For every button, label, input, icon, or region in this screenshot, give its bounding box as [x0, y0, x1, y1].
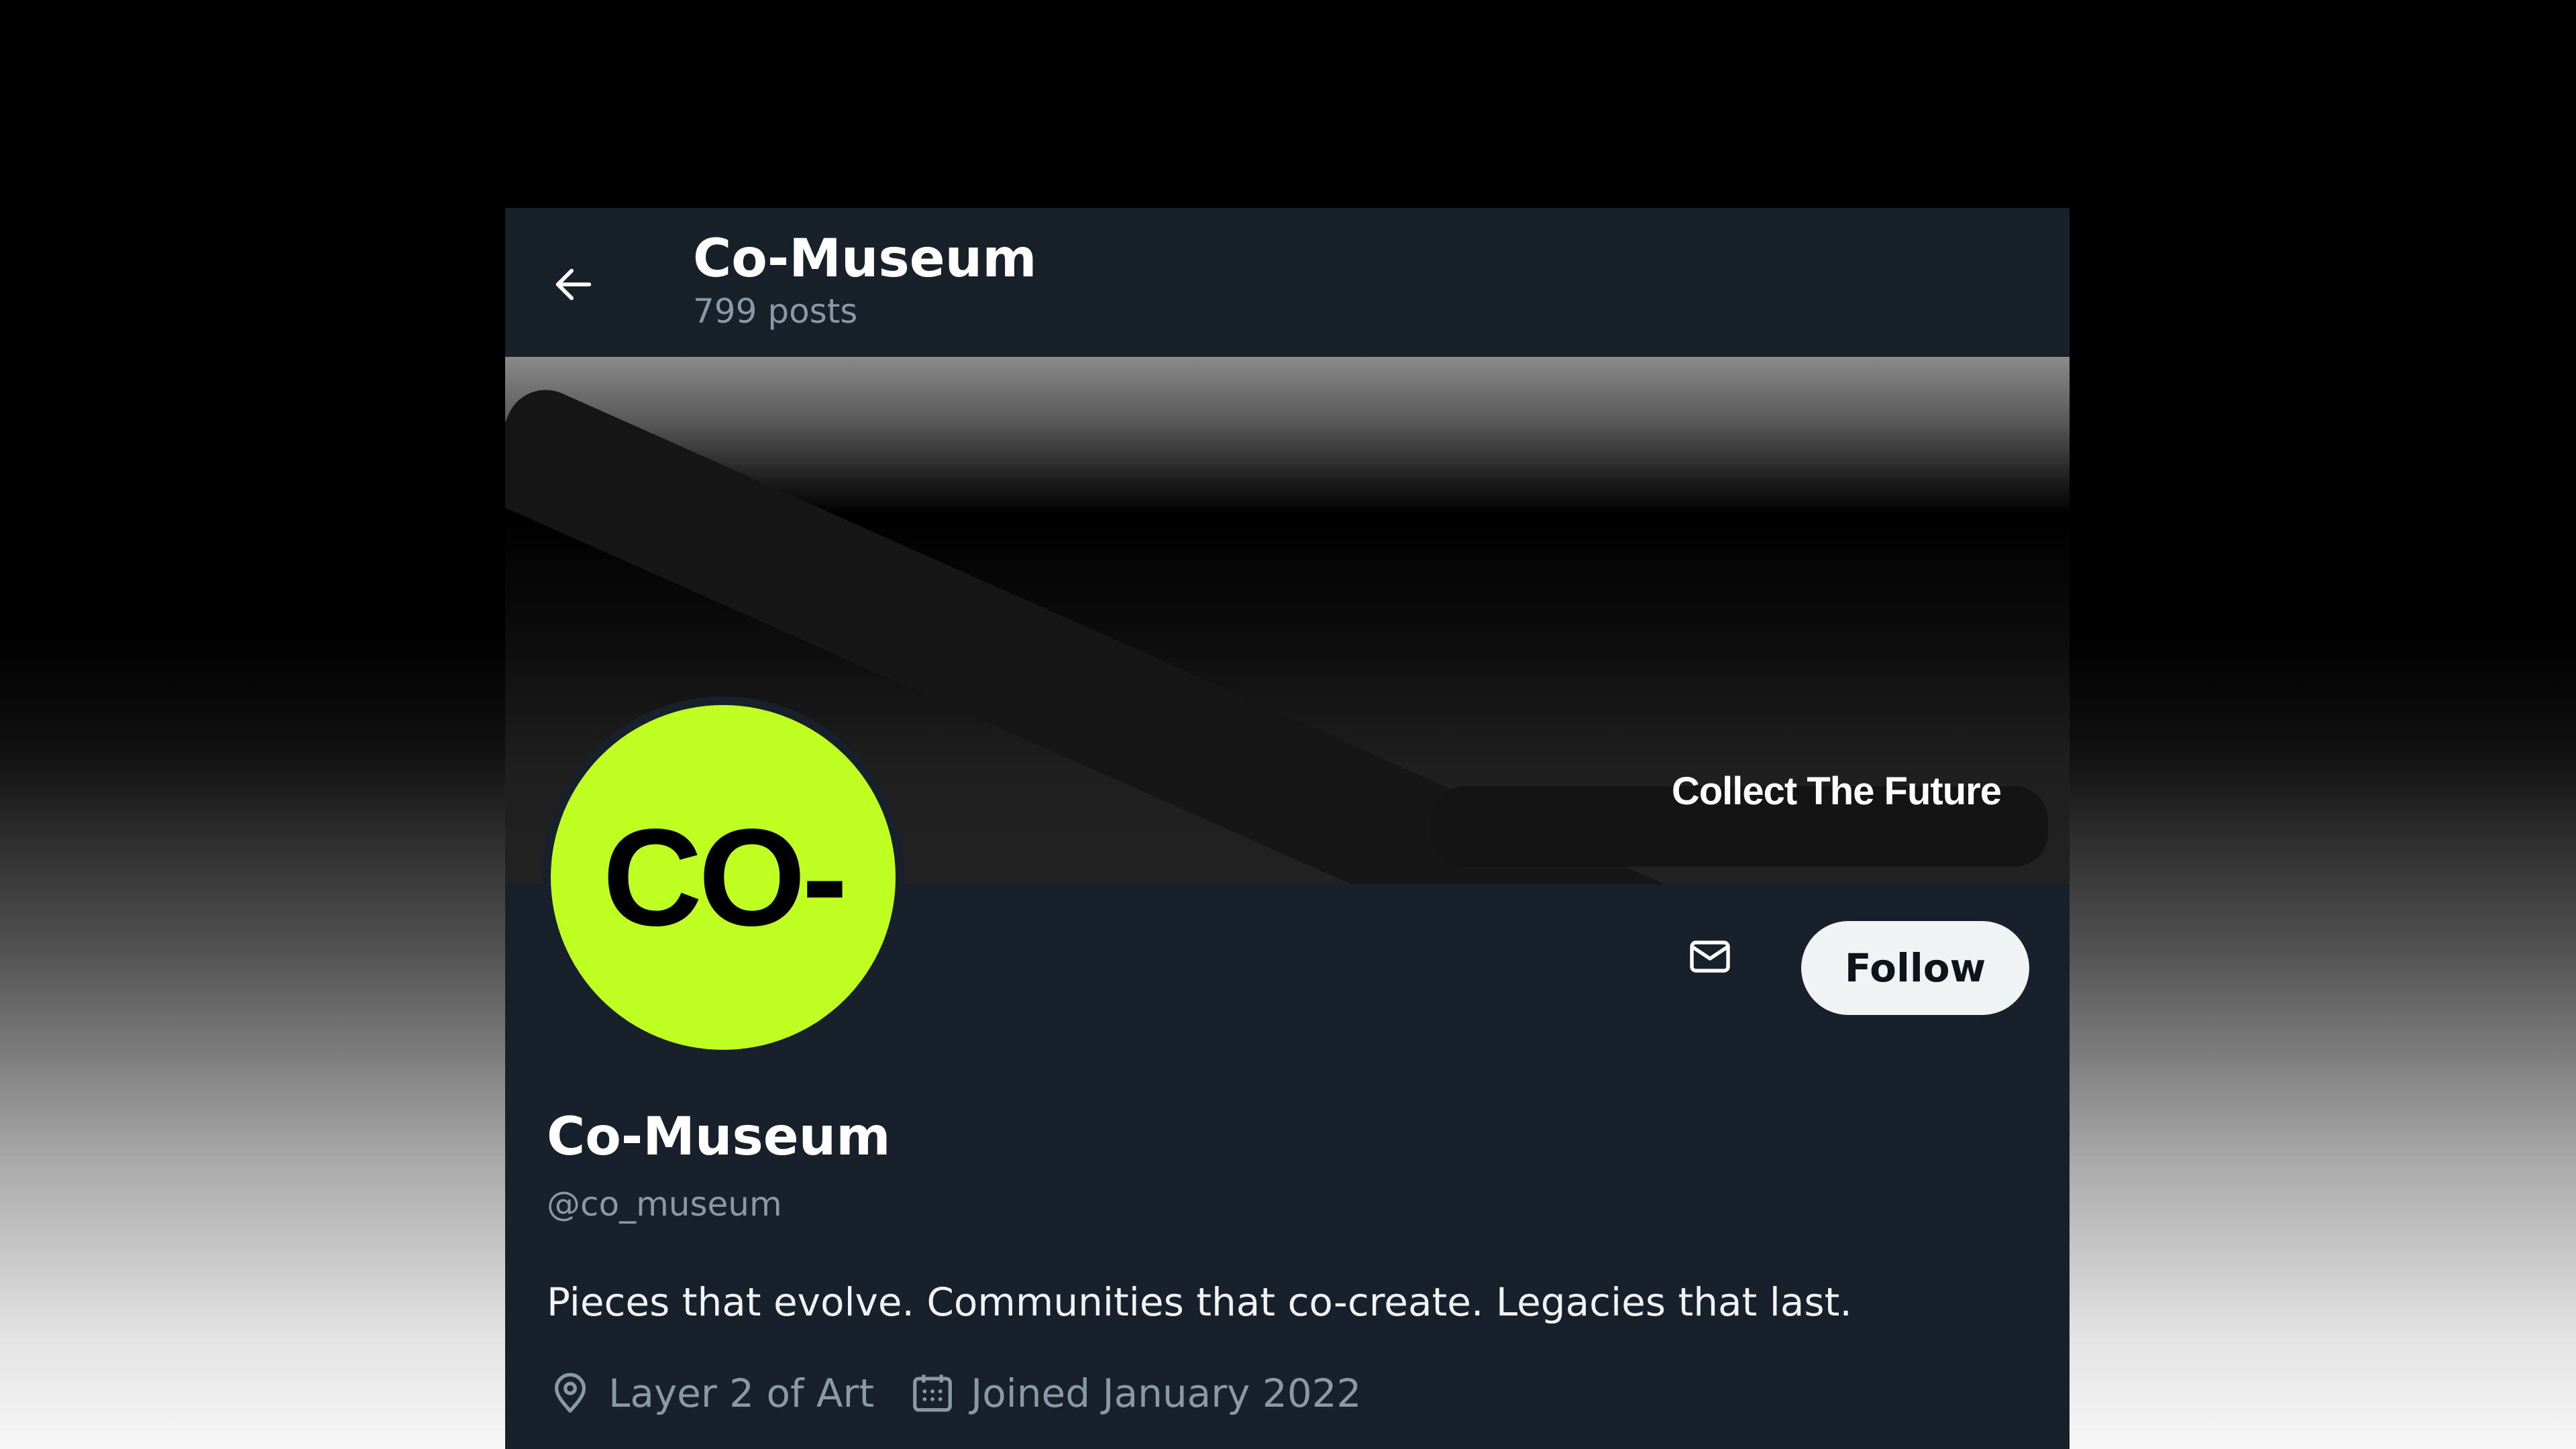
arrow-left-icon: [555, 268, 592, 301]
profile-card: Co-Museum 799 posts Collect The Future C…: [505, 208, 2070, 1449]
header-title: Co-Museum: [693, 229, 1037, 289]
banner-tagline: Collect The Future: [1671, 769, 2002, 813]
avatar-logo: CO-: [551, 705, 896, 1050]
calendar-icon: [913, 1375, 952, 1412]
profile-header-bar: Co-Museum 799 posts: [505, 208, 2070, 357]
joined-date-text: Joined January 2022: [971, 1371, 1362, 1416]
profile-meta: Layer 2 of Art Joined January 2022: [547, 1363, 1396, 1424]
posts-count: 799 posts: [693, 292, 858, 331]
joined-item: Joined January 2022: [909, 1370, 1361, 1417]
location-pin-icon: [554, 1373, 586, 1413]
user-handle: @co_museum: [547, 1185, 782, 1224]
back-button[interactable]: [541, 252, 606, 317]
display-name: Co-Museum: [547, 1107, 891, 1167]
avatar-logo-text: CO-: [602, 800, 848, 955]
profile-bio: Pieces that evolve. Communities that co-…: [547, 1279, 1852, 1325]
location-item: Layer 2 of Art: [547, 1370, 874, 1417]
follow-button[interactable]: Follow: [1801, 921, 2029, 1015]
avatar[interactable]: CO-: [542, 696, 904, 1059]
envelope-icon: [1690, 941, 1730, 973]
message-button[interactable]: [1673, 920, 1747, 994]
location-text: Layer 2 of Art: [608, 1371, 875, 1416]
